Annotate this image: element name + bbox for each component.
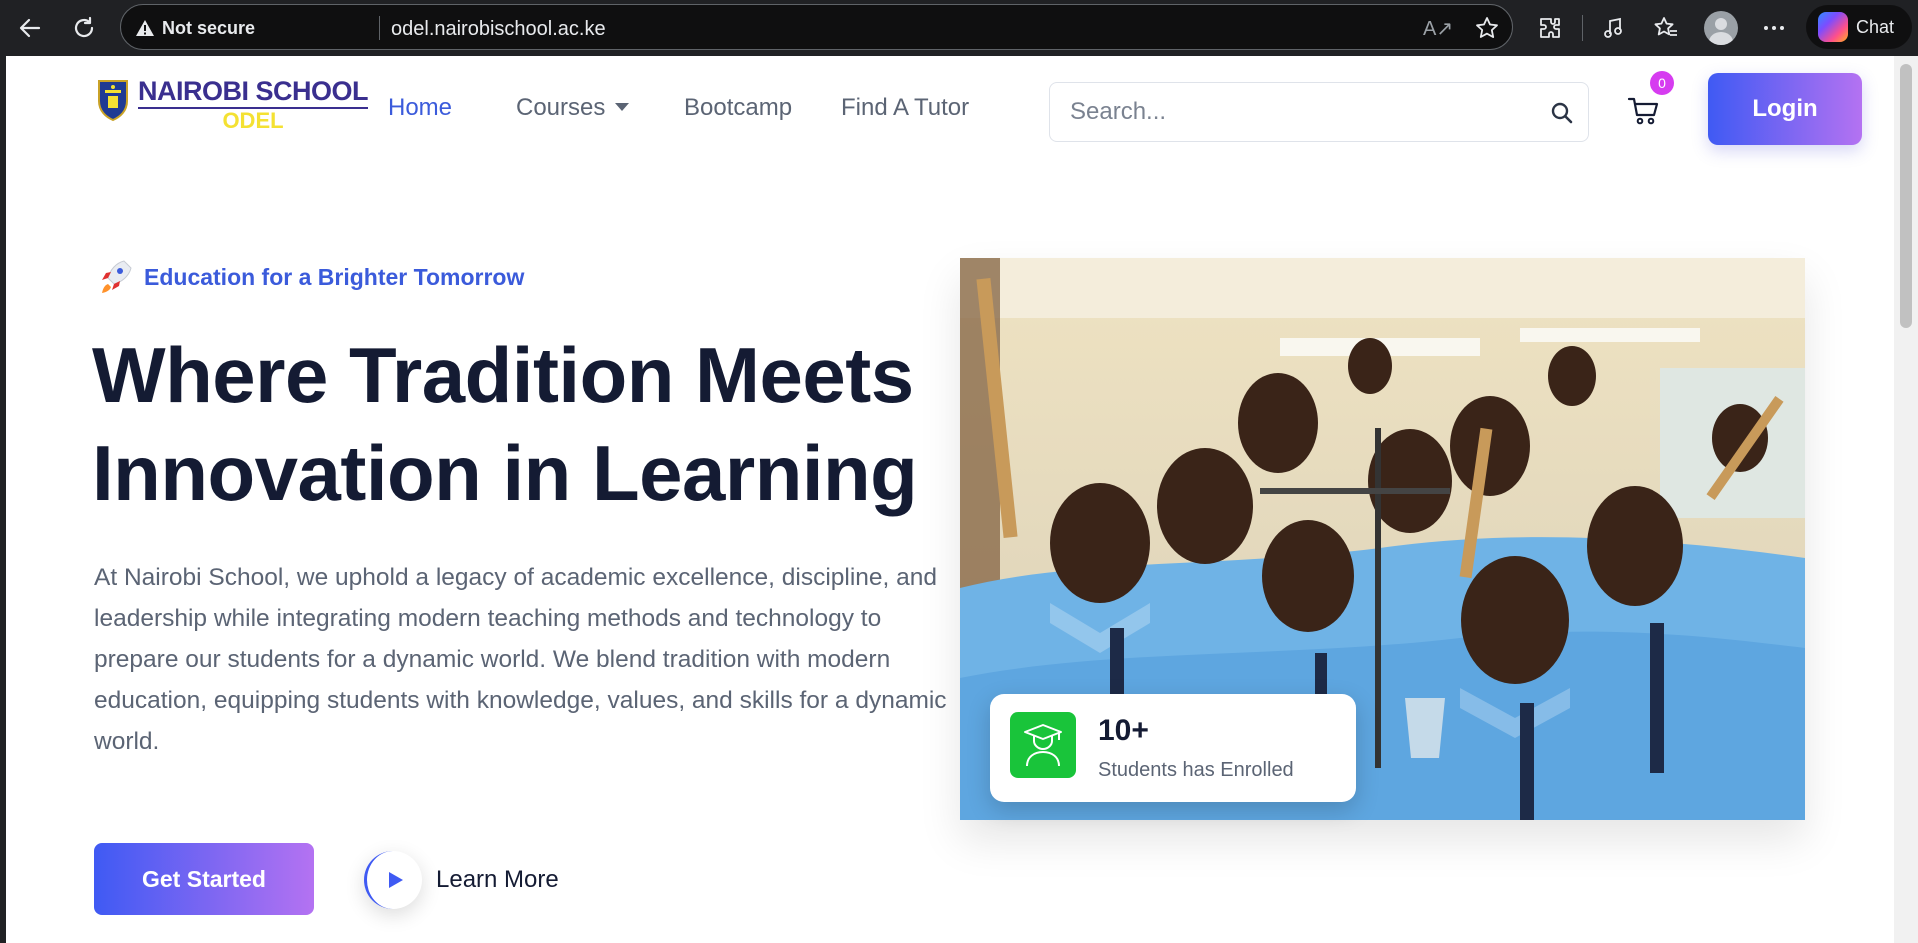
enrolled-count: 10+	[1098, 714, 1149, 747]
extensions-icon[interactable]	[1532, 10, 1568, 46]
school-crest-icon	[98, 80, 128, 122]
copilot-chat-button[interactable]: Chat	[1806, 5, 1912, 49]
hero-tagline: Education for a Brighter Tomorrow	[98, 258, 524, 296]
back-icon[interactable]	[12, 10, 48, 46]
rocket-icon	[102, 260, 132, 293]
search-icon[interactable]	[1550, 101, 1574, 130]
caret-down-icon	[615, 102, 630, 111]
search-box	[1049, 82, 1589, 142]
hero-title-line-1: Where Tradition Meets	[92, 331, 914, 419]
tagline-text: Education for a Brighter Tomorrow	[144, 263, 525, 290]
nav-courses[interactable]: Courses	[516, 94, 630, 122]
chat-label: Chat	[1856, 16, 1895, 37]
nav-find-tutor[interactable]: Find A Tutor	[841, 94, 969, 122]
play-button[interactable]	[364, 851, 422, 909]
address-divider	[379, 16, 380, 40]
nav-bootcamp[interactable]: Bootcamp	[684, 94, 792, 122]
browser-toolbar: Not secure odel.nairobischool.ac.ke A↗ C…	[0, 0, 1918, 56]
enrolled-stat-card: 10+ Students has Enrolled	[990, 694, 1356, 802]
reload-icon[interactable]	[66, 10, 102, 46]
read-aloud-icon[interactable]: A↗	[1423, 16, 1453, 41]
web-page: NAIROBI SCHOOL ODEL Home Courses Bootcam…	[6, 56, 1894, 943]
scrollbar-thumb[interactable]	[1900, 64, 1912, 328]
search-input[interactable]	[1070, 83, 1530, 141]
favorites-icon[interactable]	[1648, 10, 1684, 46]
url-text[interactable]: odel.nairobischool.ac.ke	[391, 18, 606, 41]
warning-icon[interactable]	[135, 18, 155, 38]
learn-more-label: Learn More	[436, 866, 559, 893]
play-icon	[388, 872, 403, 888]
logo-name: NAIROBI SCHOOL	[138, 78, 369, 109]
enrolled-label: Students has Enrolled	[1098, 759, 1294, 781]
login-button[interactable]: Login	[1708, 73, 1862, 145]
learn-more-button[interactable]: Learn More	[364, 851, 559, 909]
copilot-icon	[1818, 12, 1848, 42]
toolbar-divider	[1582, 15, 1583, 41]
more-options-icon[interactable]	[1756, 10, 1792, 46]
get-started-button[interactable]: Get Started	[94, 843, 314, 915]
address-bar[interactable]: Not secure odel.nairobischool.ac.ke A↗	[120, 4, 1513, 50]
profile-avatar[interactable]	[1704, 11, 1738, 45]
logo-sub: ODEL	[222, 108, 284, 133]
nav-courses-label: Courses	[516, 94, 606, 121]
security-label[interactable]: Not secure	[162, 18, 255, 39]
favorite-star-icon[interactable]	[1474, 15, 1500, 41]
graduate-icon	[1010, 712, 1076, 778]
nav-home[interactable]: Home	[388, 94, 452, 122]
hero-description: At Nairobi School, we uphold a legacy of…	[94, 564, 947, 755]
cart-count-badge: 0	[1650, 71, 1674, 95]
site-logo[interactable]: NAIROBI SCHOOL ODEL	[96, 78, 369, 133]
hero-title: Where Tradition Meets Innovation in Lear…	[92, 326, 972, 522]
media-control-icon[interactable]	[1596, 10, 1632, 46]
hero-title-line-2: Innovation in Learning	[92, 429, 918, 517]
cart-icon[interactable]	[1626, 92, 1662, 133]
page-scrollbar[interactable]	[1894, 56, 1918, 943]
